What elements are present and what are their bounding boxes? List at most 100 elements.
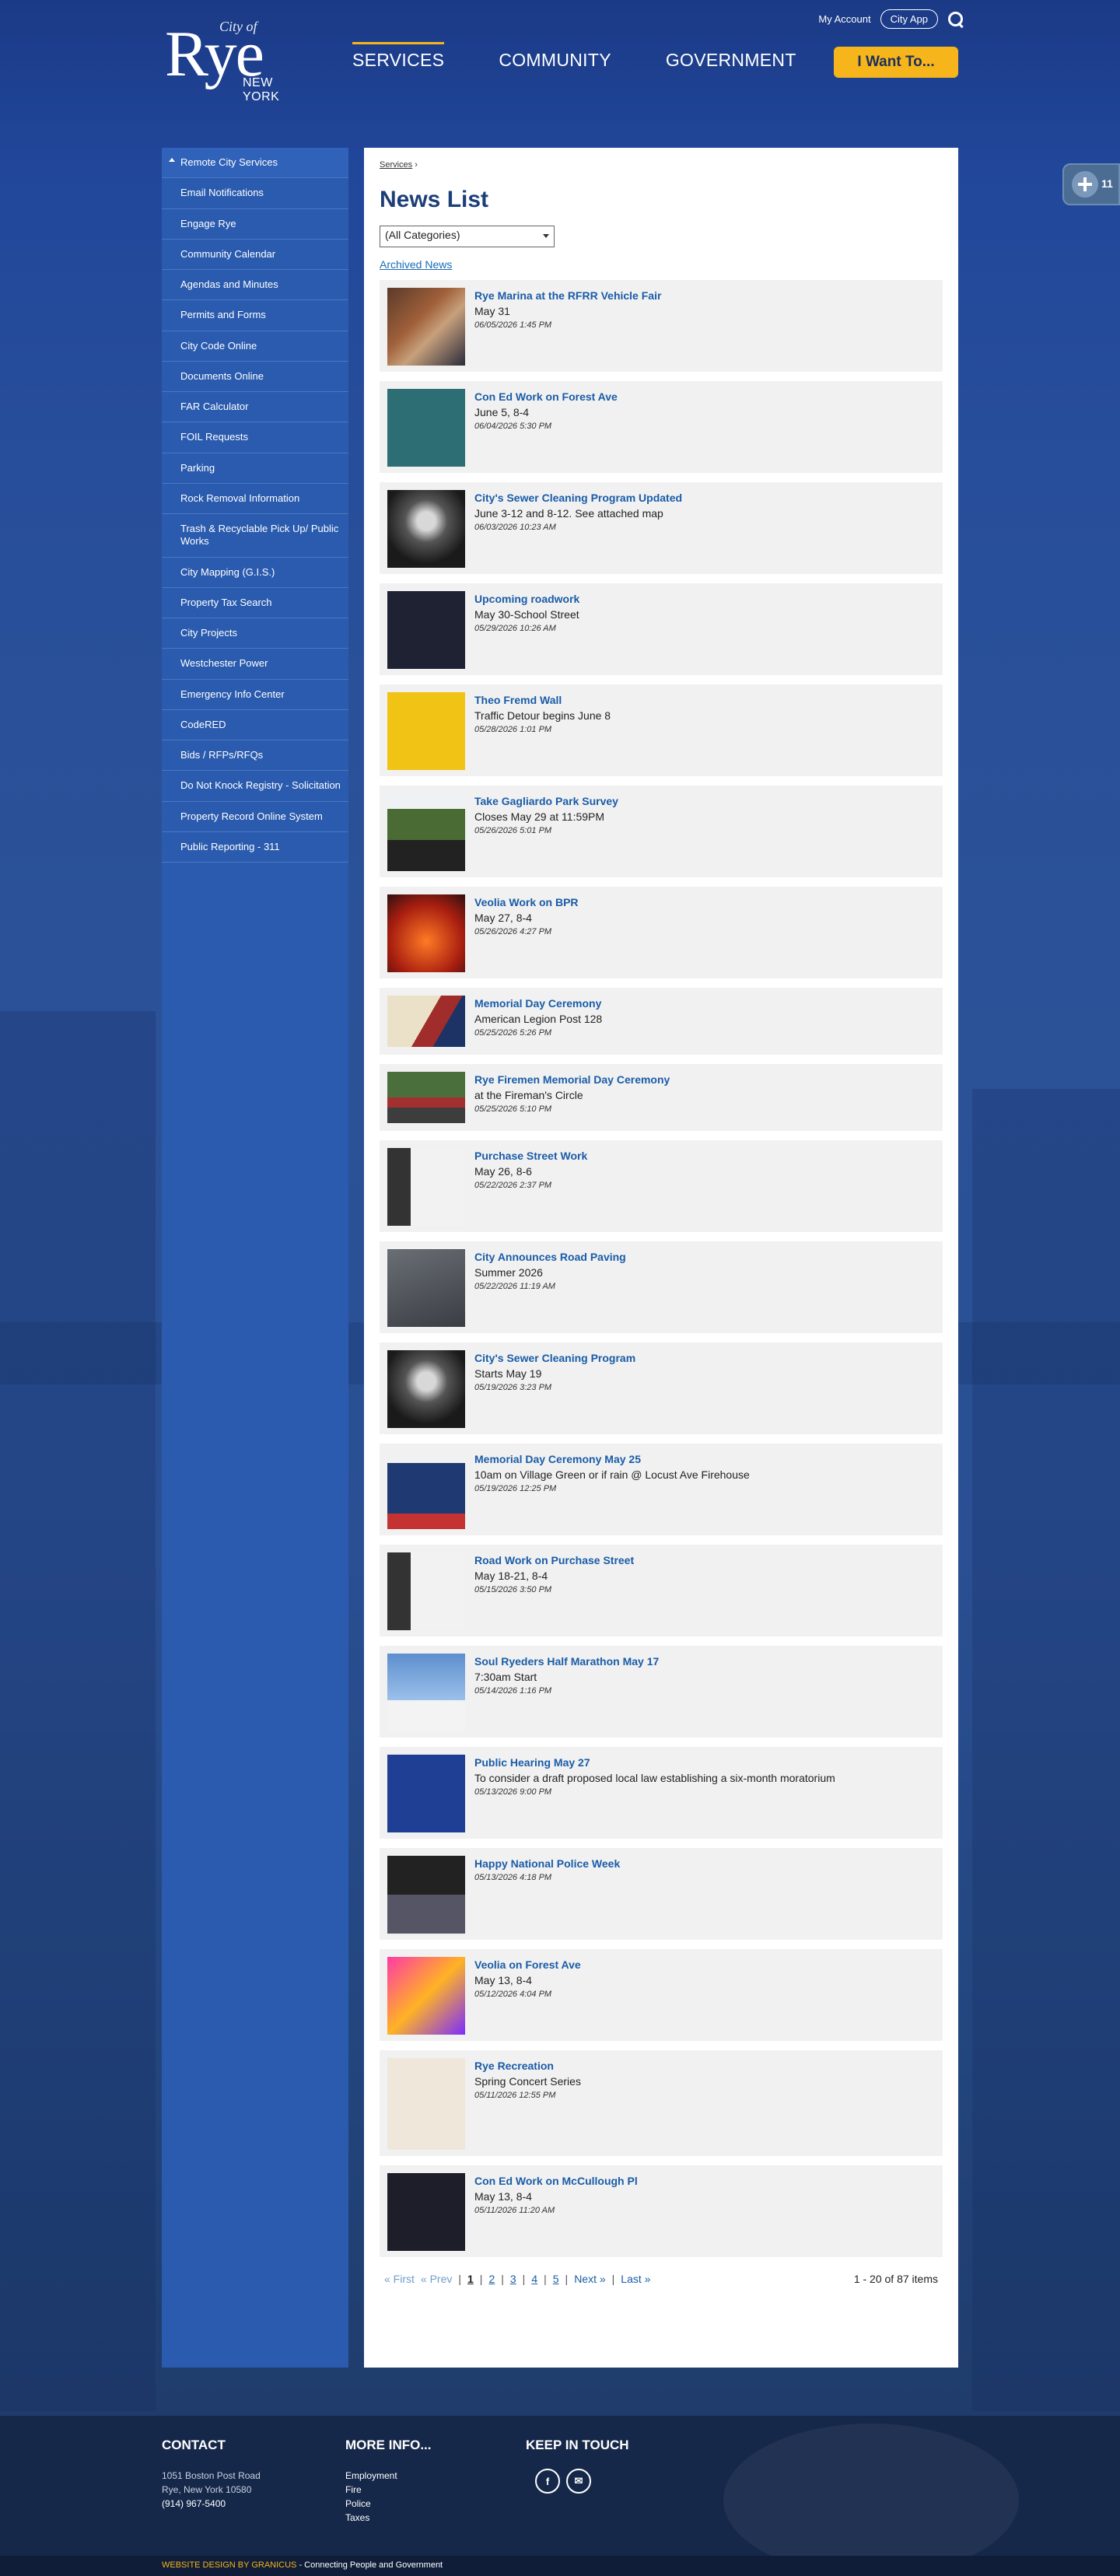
sidebar-item[interactable]: Property Tax Search [162,588,348,618]
news-title-link[interactable]: Road Work on Purchase Street [474,1554,634,1566]
news-title-link[interactable]: Theo Fremd Wall [474,694,611,706]
sidebar-item[interactable]: Remote City Services [162,148,348,179]
news-info: City's Sewer Cleaning Program Starts May … [465,1350,635,1426]
my-account-link[interactable]: My Account [818,13,870,25]
news-thumbnail[interactable] [387,490,465,568]
sidebar-item[interactable]: Documents Online [162,362,348,392]
sidebar-item[interactable]: Community Calendar [162,240,348,270]
sidebar-item[interactable]: City Projects [162,618,348,649]
news-title-link[interactable]: Veolia Work on BPR [474,896,579,908]
news-title-link[interactable]: Take Gagliardo Park Survey [474,795,618,807]
news-title-link[interactable]: Con Ed Work on Forest Ave [474,390,618,403]
news-thumbnail[interactable] [387,1856,465,1934]
sidebar-item[interactable]: Permits and Forms [162,300,348,331]
news-title-link[interactable]: Soul Ryeders Half Marathon May 17 [474,1655,659,1668]
footer-link-taxes[interactable]: Taxes [345,2511,432,2525]
news-thumbnail[interactable] [387,996,465,1047]
pager-prev[interactable]: « Prev [421,2273,452,2285]
news-title-link[interactable]: Rye Marina at the RFRR Vehicle Fair [474,289,661,302]
footer-link-fire[interactable]: Fire [345,2483,432,2497]
category-select[interactable]: (All Categories) [380,226,555,247]
pager-page-current[interactable]: 1 [467,2273,474,2285]
news-title-link[interactable]: Memorial Day Ceremony [474,997,602,1010]
sidebar-item[interactable]: Email Notifications [162,178,348,209]
sidebar-item[interactable]: City Code Online [162,331,348,362]
sidebar-item-label: Trash & Recyclable Pick Up/ Public Works [180,523,339,548]
news-thumbnail[interactable] [387,1552,465,1630]
sidebar-item[interactable]: Emergency Info Center [162,680,348,710]
news-title-link[interactable]: City's Sewer Cleaning Program Updated [474,492,682,504]
pager-next[interactable]: Next » [574,2273,605,2285]
pager-page[interactable]: 2 [488,2273,495,2285]
nav-services[interactable]: SERVICES [352,42,445,74]
nav-community[interactable]: COMMUNITY [499,47,611,74]
sidebar-item[interactable]: Parking [162,453,348,484]
footer-more-title: MORE INFO... [345,2438,432,2452]
news-thumbnail[interactable] [387,1654,465,1731]
sidebar-item[interactable]: Do Not Knock Registry - Solicitation [162,771,348,802]
sidebar-item[interactable]: Agendas and Minutes [162,270,348,301]
footer-phone[interactable]: (914) 967-5400 [162,2497,261,2511]
news-title-link[interactable]: Upcoming roadwork [474,593,579,605]
sidebar-item[interactable]: Trash & Recyclable Pick Up/ Public Works [162,514,348,558]
floating-widget-tab[interactable]: 11 [1062,163,1120,205]
city-logo[interactable]: City of Rye NEW YORK [165,14,313,103]
facebook-icon[interactable]: f [535,2469,560,2494]
news-title-link[interactable]: Memorial Day Ceremony May 25 [474,1453,750,1465]
city-app-button[interactable]: City App [880,9,938,29]
news-thumbnail[interactable] [387,591,465,669]
logo-state: NEW YORK [243,76,280,103]
news-thumbnail[interactable] [387,1957,465,2035]
news-thumbnail[interactable] [387,793,465,871]
pager-first[interactable]: « First [384,2273,415,2285]
news-title-link[interactable]: Rye Firemen Memorial Day Ceremony [474,1073,670,1086]
pager-page[interactable]: 4 [531,2273,537,2285]
pager-page[interactable]: 5 [553,2273,559,2285]
sidebar-item[interactable]: FAR Calculator [162,392,348,423]
sidebar-item[interactable]: City Mapping (G.I.S.) [162,558,348,588]
news-title-link[interactable]: City Announces Road Paving [474,1251,626,1263]
news-info: Purchase Street Work May 26, 8-6 05/22/202… [465,1148,587,1224]
sidebar-item[interactable]: Public Reporting - 311 [162,832,348,863]
search-icon[interactable] [947,11,964,28]
news-thumbnail[interactable] [387,1451,465,1529]
sidebar-item[interactable]: Bids / RFPs/RFQs [162,740,348,772]
sidebar-item[interactable]: CodeRED [162,710,348,740]
i-want-to-button[interactable]: I Want To... [834,47,958,78]
pager-page[interactable]: 3 [510,2273,516,2285]
news-title-link[interactable]: Purchase Street Work [474,1150,587,1162]
news-thumbnail[interactable] [387,1148,465,1226]
footer-link-police[interactable]: Police [345,2497,432,2511]
chevron-down-icon [543,234,549,238]
breadcrumb-services-link[interactable]: Services [380,160,412,170]
news-title-link[interactable]: Public Hearing May 27 [474,1756,835,1769]
news-title-link[interactable]: Veolia on Forest Ave [474,1958,581,1971]
news-thumbnail[interactable] [387,1072,465,1123]
news-thumbnail[interactable] [387,692,465,770]
news-thumbnail[interactable] [387,894,465,972]
news-thumbnail[interactable] [387,2173,465,2251]
granicus-credit-link[interactable]: WEBSITE DESIGN BY GRANICUS [162,2560,296,2570]
archived-news-link[interactable]: Archived News [380,258,943,271]
news-title-link[interactable]: Con Ed Work on McCullough Pl [474,2175,638,2187]
news-item: Happy National Police Week 05/13/2026 4:1… [380,1848,943,1940]
news-title-link[interactable]: City's Sewer Cleaning Program [474,1352,635,1364]
sidebar-item[interactable]: FOIL Requests [162,422,348,453]
sidebar-item[interactable]: Rock Removal Information [162,484,348,514]
sidebar-item[interactable]: Westchester Power [162,649,348,680]
nav-government[interactable]: GOVERNMENT [666,47,796,74]
news-thumbnail[interactable] [387,1350,465,1428]
news-title-link[interactable]: Happy National Police Week [474,1857,620,1870]
news-date: 05/22/2026 2:37 PM [474,1181,552,1190]
pager-last[interactable]: Last » [621,2273,650,2285]
news-thumbnail[interactable] [387,389,465,467]
news-thumbnail[interactable] [387,1755,465,1832]
news-title-link[interactable]: Rye Recreation [474,2060,581,2072]
news-thumbnail[interactable] [387,1249,465,1327]
sidebar-item[interactable]: Engage Rye [162,209,348,240]
footer-link-employment[interactable]: Employment [345,2469,432,2483]
news-thumbnail[interactable] [387,2058,465,2150]
email-icon[interactable]: ✉ [566,2469,591,2494]
sidebar-item[interactable]: Property Record Online System [162,802,348,832]
news-thumbnail[interactable] [387,288,465,366]
